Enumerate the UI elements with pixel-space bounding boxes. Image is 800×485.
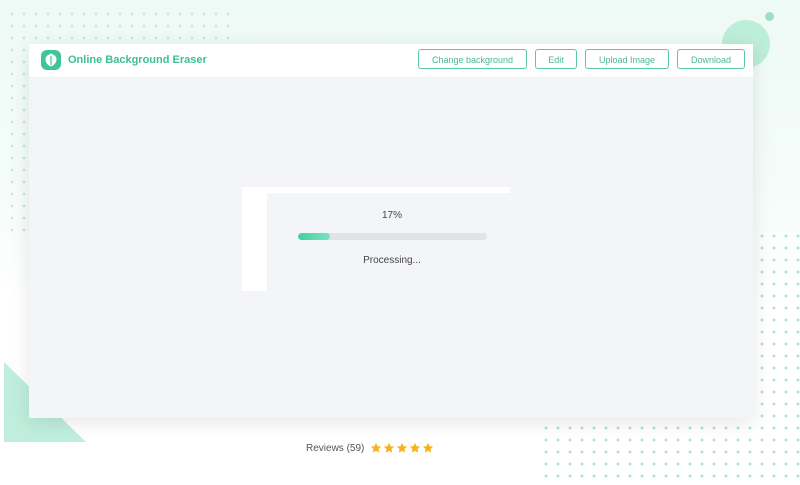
processing-status: Processing... (363, 255, 421, 266)
download-button[interactable]: Download (677, 49, 745, 69)
rating-stars (370, 442, 434, 454)
star-icon (397, 442, 408, 453)
reviews-count[interactable]: Reviews (59) (306, 443, 364, 454)
decorative-circle-small (765, 12, 774, 21)
star-icon (384, 442, 395, 453)
panel-edge-top (242, 187, 510, 193)
leaf-shield-icon (41, 50, 61, 70)
progress-percent: 17% (381, 210, 402, 221)
reviews-row: Reviews (59) (306, 440, 434, 456)
progress-bar-fill (298, 233, 331, 240)
app-window: Online Background Eraser Change backgrou… (29, 44, 753, 418)
star-icon (423, 442, 434, 453)
top-navbar: Online Background Eraser Change backgrou… (29, 44, 753, 78)
star-icon (371, 442, 382, 453)
change-background-button[interactable]: Change background (418, 49, 527, 69)
edit-button[interactable]: Edit (535, 49, 577, 69)
upload-image-button[interactable]: Upload Image (585, 49, 669, 69)
star-icon (410, 442, 421, 453)
app-title: Online Background Eraser (68, 54, 207, 66)
progress-bar (298, 233, 487, 240)
processing-panel: 17% Processing... (242, 187, 510, 291)
panel-edge-left (242, 187, 267, 291)
